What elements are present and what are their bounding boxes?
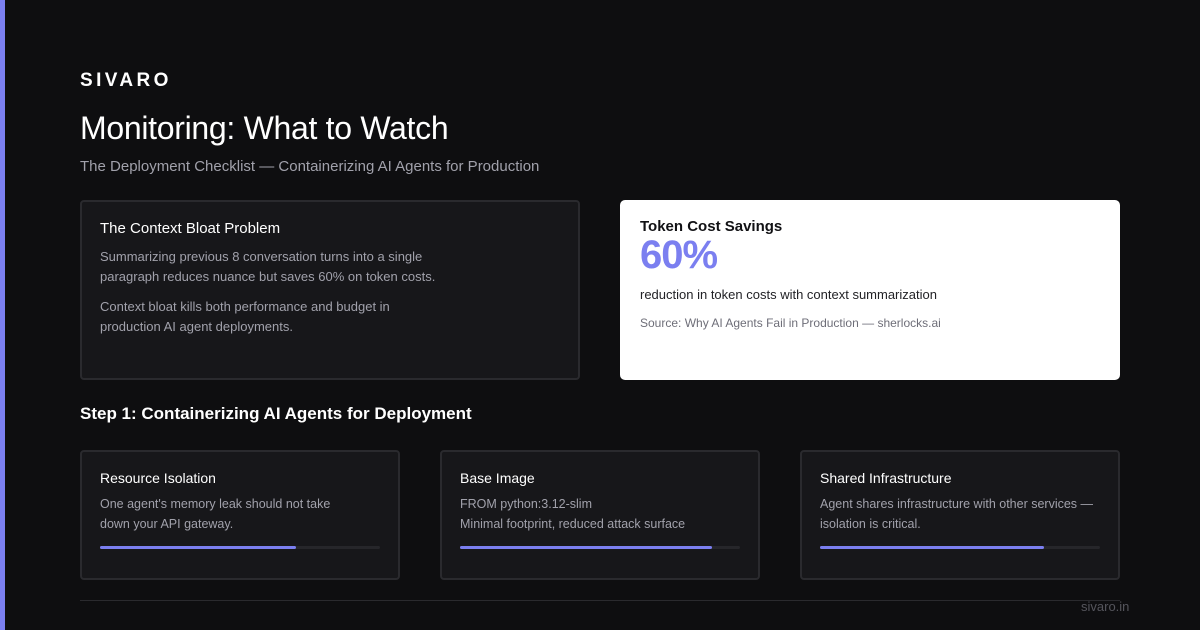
step-code-line: FROM python:3.12-slim [460, 497, 592, 511]
progress-fill [820, 546, 1044, 549]
footer-divider [80, 600, 1120, 601]
progress-fill [460, 546, 712, 549]
page-title: Monitoring: What to Watch [80, 110, 449, 146]
progress-fill [100, 546, 296, 549]
step-description: One agent's memory leak should not take … [100, 497, 331, 531]
context-card-paragraph-2: Context bloat kills both performance and… [100, 299, 390, 334]
step-card-shared-infrastructure: Shared Infrastructure Agent shares infra… [800, 450, 1120, 580]
stat-description: reduction in token costs with context su… [640, 287, 937, 302]
progress-track [820, 546, 1100, 549]
progress-track [460, 546, 740, 549]
context-card-paragraph-1: Summarizing previous 8 conversation turn… [100, 249, 436, 284]
page-subtitle: The Deployment Checklist — Containerizin… [80, 158, 540, 175]
step-card-base-image: Base Image FROM python:3.12-slim Minimal… [440, 450, 760, 580]
context-bloat-card: The Context Bloat Problem Summarizing pr… [80, 200, 580, 380]
stat-source: Source: Why AI Agents Fail in Production… [640, 316, 941, 330]
step-card-resource-isolation: Resource Isolation One agent's memory le… [80, 450, 400, 580]
step-description: Agent shares infrastructure with other s… [820, 497, 1094, 531]
footer-url: sivaro.in [1081, 599, 1130, 614]
step-title: Base Image [460, 470, 535, 486]
context-card-heading: The Context Bloat Problem [100, 220, 281, 237]
brand-logo: SIVARO [80, 70, 172, 91]
progress-track [100, 546, 380, 549]
step-title: Resource Isolation [100, 470, 216, 486]
stat-value: 60% [640, 233, 718, 277]
section-heading: Step 1: Containerizing AI Agents for Dep… [80, 404, 472, 423]
slide: SIVARO Monitoring: What to Watch The Dep… [0, 0, 1200, 630]
step-description: Minimal footprint, reduced attack surfac… [460, 517, 686, 531]
token-savings-card: Token Cost Savings 60% reduction in toke… [620, 200, 1120, 380]
step-title: Shared Infrastructure [820, 470, 952, 486]
accent-bar [0, 0, 5, 630]
